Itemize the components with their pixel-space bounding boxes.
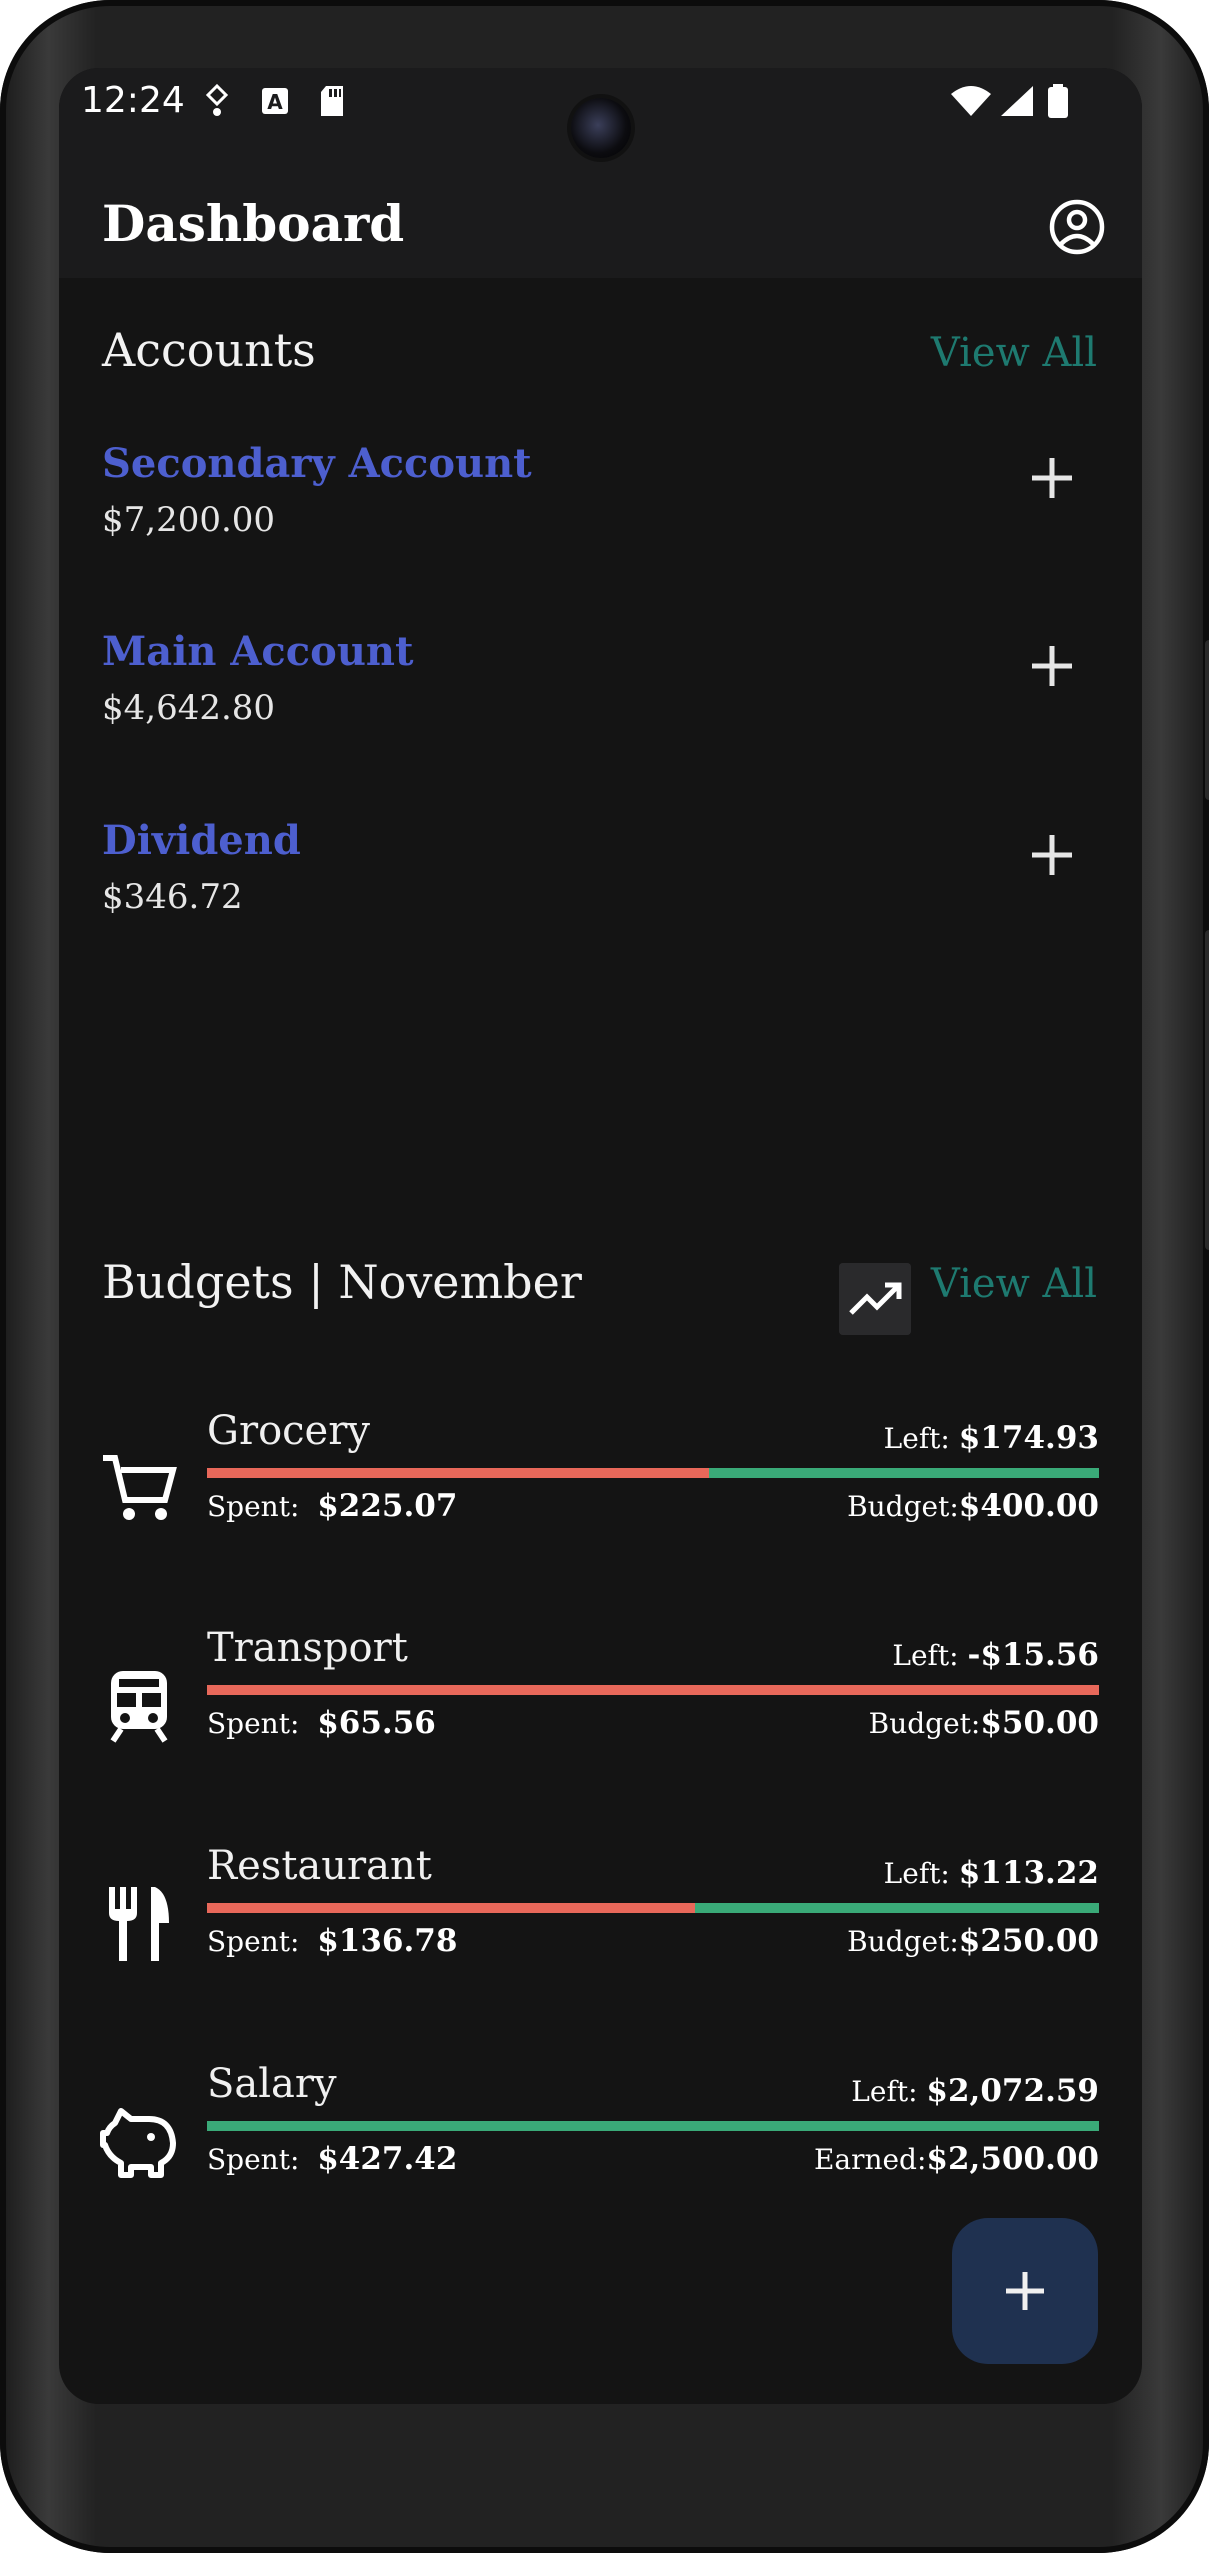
budget-progress-spent xyxy=(207,1468,709,1478)
wifi-icon xyxy=(951,86,991,116)
budget-spent: Spent: $65.56 xyxy=(207,1705,436,1741)
budget-spent: Spent: $225.07 xyxy=(207,1488,458,1524)
account-balance: $4,642.80 xyxy=(102,688,276,728)
budget-amount: Budget:$250.00 xyxy=(847,1923,1099,1959)
budget-amount: Budget:$50.00 xyxy=(868,1705,1099,1741)
add-transaction-icon[interactable] xyxy=(1022,448,1082,508)
status-time: 12:24 xyxy=(81,80,185,121)
accessibility-a-icon: A xyxy=(262,88,288,114)
power-button xyxy=(1205,640,1209,800)
budget-progress-bar xyxy=(207,1468,1099,1478)
budget-item[interactable]: Restaurant Left: $113.22 Spent: $136.78 … xyxy=(59,1843,1142,2013)
app-bar: Dashboard xyxy=(59,168,1142,278)
budgets-title: Budgets | November xyxy=(102,1255,582,1309)
budget-name: Grocery xyxy=(207,1408,370,1454)
budget-name: Transport xyxy=(207,1625,408,1671)
account-balance: $346.72 xyxy=(102,877,243,917)
account-name: Main Account xyxy=(102,628,414,675)
piggy-bank-icon xyxy=(100,2108,176,2178)
svg-text:A: A xyxy=(267,90,283,114)
front-camera xyxy=(571,98,631,158)
budget-progress-bar xyxy=(207,1903,1099,1913)
account-circle-icon[interactable] xyxy=(1048,198,1106,256)
budget-left: Left: -$15.56 xyxy=(892,1637,1099,1673)
status-bar: 12:24 A xyxy=(59,68,1142,168)
budget-spent: Spent: $136.78 xyxy=(207,1923,458,1959)
add-transaction-icon[interactable] xyxy=(1022,636,1082,696)
data-saver-icon xyxy=(205,83,229,116)
budget-name: Salary xyxy=(207,2061,337,2107)
budget-progress-bar xyxy=(207,2121,1099,2131)
signal-icon xyxy=(1001,86,1033,116)
budget-spent: Spent: $427.42 xyxy=(207,2141,458,2177)
add-fab-button[interactable] xyxy=(952,2218,1098,2364)
fork-knife-icon xyxy=(109,1887,169,1961)
budgets-view-all-link[interactable]: View All xyxy=(931,1261,1097,1307)
budget-progress-spent xyxy=(207,1685,1099,1695)
budget-item[interactable]: Grocery Left: $174.93 Spent: $225.07 Bud… xyxy=(59,1408,1142,1578)
sd-card-icon xyxy=(321,86,343,116)
phone-frame: 12:24 A Dashboard Accounts View All Seco… xyxy=(0,0,1209,2553)
account-name: Secondary Account xyxy=(102,440,532,487)
account-item[interactable]: Dividend $346.72 xyxy=(102,817,1102,957)
page-title: Dashboard xyxy=(102,194,405,253)
train-icon xyxy=(110,1671,168,1743)
budget-left: Left: $113.22 xyxy=(883,1855,1099,1891)
trending-up-icon[interactable] xyxy=(839,1263,911,1335)
account-item[interactable]: Main Account $4,642.80 xyxy=(102,628,1102,768)
budget-progress-spent xyxy=(207,1903,695,1913)
budget-left: Left: $2,072.59 xyxy=(851,2073,1099,2109)
account-balance: $7,200.00 xyxy=(102,500,276,540)
budget-name: Restaurant xyxy=(207,1843,432,1889)
budget-item[interactable]: Transport Left: -$15.56 Spent: $65.56 Bu… xyxy=(59,1625,1142,1795)
plus-icon xyxy=(1006,2272,1044,2310)
budget-amount: Budget:$400.00 xyxy=(847,1488,1099,1524)
account-name: Dividend xyxy=(102,817,301,864)
accounts-title: Accounts xyxy=(102,323,316,377)
battery-icon xyxy=(1048,84,1068,118)
account-item[interactable]: Secondary Account $7,200.00 xyxy=(102,440,1102,580)
budget-amount: Earned:$2,500.00 xyxy=(813,2141,1099,2177)
add-transaction-icon[interactable] xyxy=(1022,825,1082,885)
budget-left: Left: $174.93 xyxy=(883,1420,1099,1456)
volume-button xyxy=(1205,930,1209,1250)
accounts-view-all-link[interactable]: View All xyxy=(931,330,1097,376)
budget-item[interactable]: Salary Left: $2,072.59 Spent: $427.42 Ea… xyxy=(59,2061,1142,2231)
cart-icon xyxy=(103,1455,177,1520)
budget-progress-bar xyxy=(207,1685,1099,1695)
screen: 12:24 A Dashboard Accounts View All Seco… xyxy=(59,68,1142,2404)
